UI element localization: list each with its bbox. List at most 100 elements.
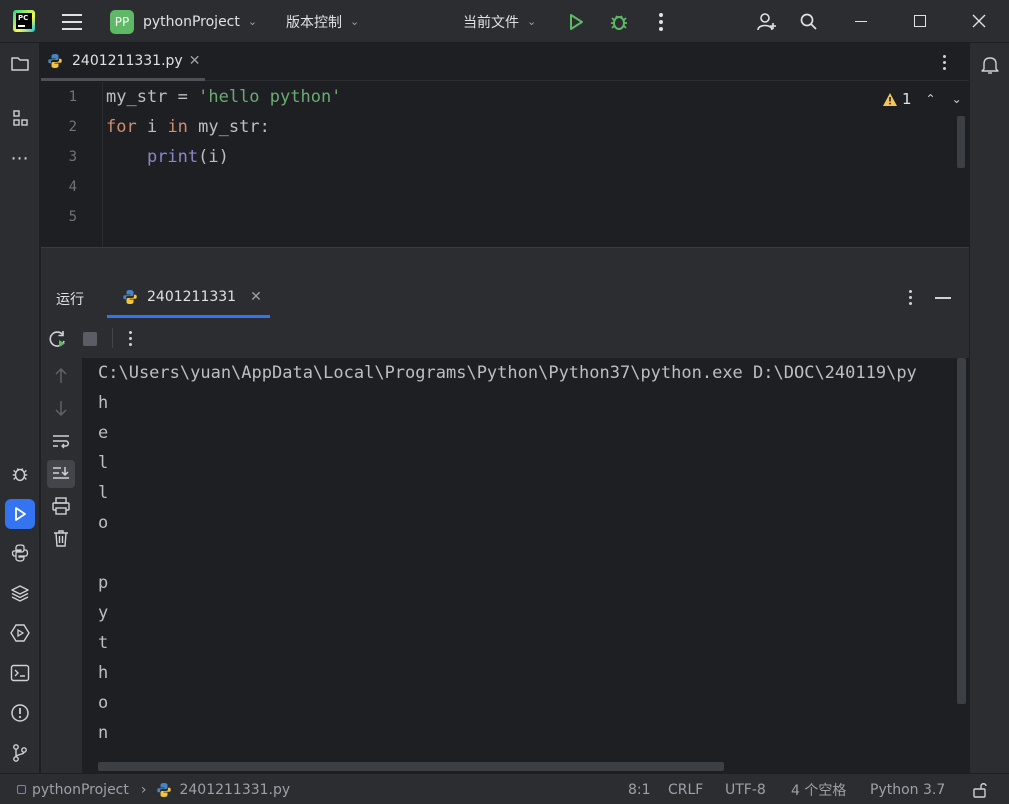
console-output-line: p xyxy=(98,573,109,593)
line-number: 5 xyxy=(68,209,77,225)
git-icon[interactable] xyxy=(8,741,32,765)
run-config-label: 当前文件 xyxy=(463,14,519,31)
breadcrumb-file[interactable]: 2401211331.py xyxy=(179,782,290,798)
run-tool-icon[interactable] xyxy=(5,499,35,529)
project-badge: PP xyxy=(110,9,134,34)
run-console[interactable]: C:\Users\yuan\AppData\Local\Programs\Pyt… xyxy=(82,358,969,773)
chevron-down-icon: ⌄ xyxy=(350,15,360,28)
editor-tab-bar: 2401211331.py ✕ xyxy=(41,43,969,81)
prev-highlight-icon[interactable]: ⌃ xyxy=(926,92,936,106)
rerun-icon[interactable] xyxy=(48,329,68,349)
python-console-icon[interactable] xyxy=(8,541,32,565)
file-encoding[interactable]: UTF-8 xyxy=(725,774,766,804)
up-arrow-icon[interactable] xyxy=(53,366,69,386)
console-output-line: e xyxy=(98,423,109,443)
console-output-line: l xyxy=(98,483,109,503)
terminal-icon[interactable] xyxy=(8,661,32,685)
caret-position[interactable]: 8:1 xyxy=(628,774,651,804)
search-icon[interactable] xyxy=(799,12,819,32)
panel-divider[interactable] xyxy=(41,247,969,278)
next-highlight-icon[interactable]: ⌄ xyxy=(952,92,962,106)
breadcrumb: pythonProject › 2401211331.py xyxy=(17,774,290,804)
trash-icon[interactable] xyxy=(51,528,71,548)
code-editor[interactable]: 1 2 3 4 5 my_str = 'hello python' for i … xyxy=(41,82,969,247)
editor-tab[interactable]: 2401211331.py ✕ xyxy=(41,43,205,81)
python-file-icon xyxy=(47,53,63,69)
console-output-line: t xyxy=(98,633,109,653)
debug-icon[interactable] xyxy=(608,11,630,33)
services-icon[interactable] xyxy=(8,621,32,645)
project-switcher[interactable]: PP pythonProject ⌄ xyxy=(110,0,257,43)
console-output-line: o xyxy=(98,513,109,533)
editor-scrollbar[interactable] xyxy=(957,116,965,168)
chevron-right-icon: › xyxy=(140,781,147,798)
problems-icon[interactable] xyxy=(8,701,32,725)
editor-tab-filename: 2401211331.py xyxy=(72,52,183,69)
console-vertical-scrollbar[interactable] xyxy=(957,358,966,704)
run-config-selector[interactable]: 当前文件 ⌄ xyxy=(463,0,536,43)
code-line-1: my_str = 'hello python' xyxy=(106,87,342,107)
close-icon[interactable] xyxy=(971,13,987,29)
toolbar-separator xyxy=(112,328,113,348)
gutter-divider xyxy=(102,82,103,247)
down-arrow-icon[interactable] xyxy=(53,398,69,418)
stop-icon[interactable] xyxy=(83,332,97,346)
console-horizontal-scrollbar[interactable] xyxy=(98,762,724,771)
console-output-line: n xyxy=(98,723,109,743)
minimize-icon[interactable] xyxy=(855,21,867,22)
bell-icon[interactable] xyxy=(978,53,1002,77)
run-toolbar xyxy=(41,318,969,358)
console-command-line: C:\Users\yuan\AppData\Local\Programs\Pyt… xyxy=(98,363,917,383)
line-number: 4 xyxy=(68,179,77,195)
vcs-menu[interactable]: 版本控制 ⌄ xyxy=(286,0,359,43)
more-tools-icon[interactable]: ⋯ xyxy=(8,146,32,170)
python-interpreter[interactable]: Python 3.7 xyxy=(870,774,945,804)
panel-options-icon[interactable] xyxy=(907,289,915,307)
line-ending[interactable]: CRLF xyxy=(668,774,703,804)
status-bar: pythonProject › 2401211331.py 8:1 CRLF U… xyxy=(0,773,1009,804)
pycharm-logo[interactable]: PC xyxy=(13,10,35,32)
console-side-toolbar xyxy=(41,358,82,773)
soft-wrap-icon[interactable] xyxy=(51,431,71,451)
hamburger-menu-icon[interactable] xyxy=(62,12,84,32)
console-output-line: l xyxy=(98,453,109,473)
breadcrumb-project[interactable]: pythonProject xyxy=(32,782,129,798)
inspection-widget[interactable]: 1 ⌃ ⌄ xyxy=(882,89,962,109)
console-output-line: h xyxy=(98,393,109,413)
debug-tool-icon[interactable] xyxy=(8,462,32,486)
lock-icon[interactable] xyxy=(971,781,989,799)
editor-more-icon[interactable] xyxy=(941,54,949,72)
warning-count: 1 xyxy=(902,90,912,108)
tab-close-icon[interactable]: ✕ xyxy=(189,53,201,69)
run-panel-header: 运行 2401211331 ✕ xyxy=(41,278,969,318)
run-more-icon[interactable] xyxy=(127,330,135,348)
tab-run-config[interactable]: 2401211331 ✕ xyxy=(107,278,270,318)
python-file-icon xyxy=(156,782,172,798)
console-output-line: o xyxy=(98,693,109,713)
console-output-line: h xyxy=(98,663,109,683)
more-icon[interactable] xyxy=(654,12,668,32)
line-number: 3 xyxy=(68,149,77,165)
print-icon[interactable] xyxy=(51,496,71,516)
run-panel-title: 运行 xyxy=(56,292,84,308)
tab-close-icon[interactable]: ✕ xyxy=(250,289,262,305)
add-user-icon[interactable] xyxy=(756,11,778,33)
structure-icon[interactable] xyxy=(8,106,32,130)
hide-panel-icon[interactable] xyxy=(935,297,951,299)
title-bar: PC PP pythonProject ⌄ 版本控制 ⌄ 当前文件 ⌄ xyxy=(0,0,1009,43)
warning-icon xyxy=(883,92,897,106)
module-icon xyxy=(17,785,26,794)
indent-setting[interactable]: 4 个空格 xyxy=(791,774,846,804)
code-line-2: for i in my_str: xyxy=(106,117,270,137)
vcs-label: 版本控制 xyxy=(286,14,342,31)
chevron-down-icon: ⌄ xyxy=(247,15,258,28)
layers-icon[interactable] xyxy=(8,581,32,605)
python-file-icon xyxy=(122,289,138,305)
scroll-to-end-icon[interactable] xyxy=(47,460,75,488)
line-number: 1 xyxy=(68,89,77,105)
maximize-icon[interactable] xyxy=(914,15,926,27)
folder-icon[interactable] xyxy=(8,52,32,76)
project-name: pythonProject xyxy=(143,13,240,30)
run-icon[interactable] xyxy=(566,12,586,32)
